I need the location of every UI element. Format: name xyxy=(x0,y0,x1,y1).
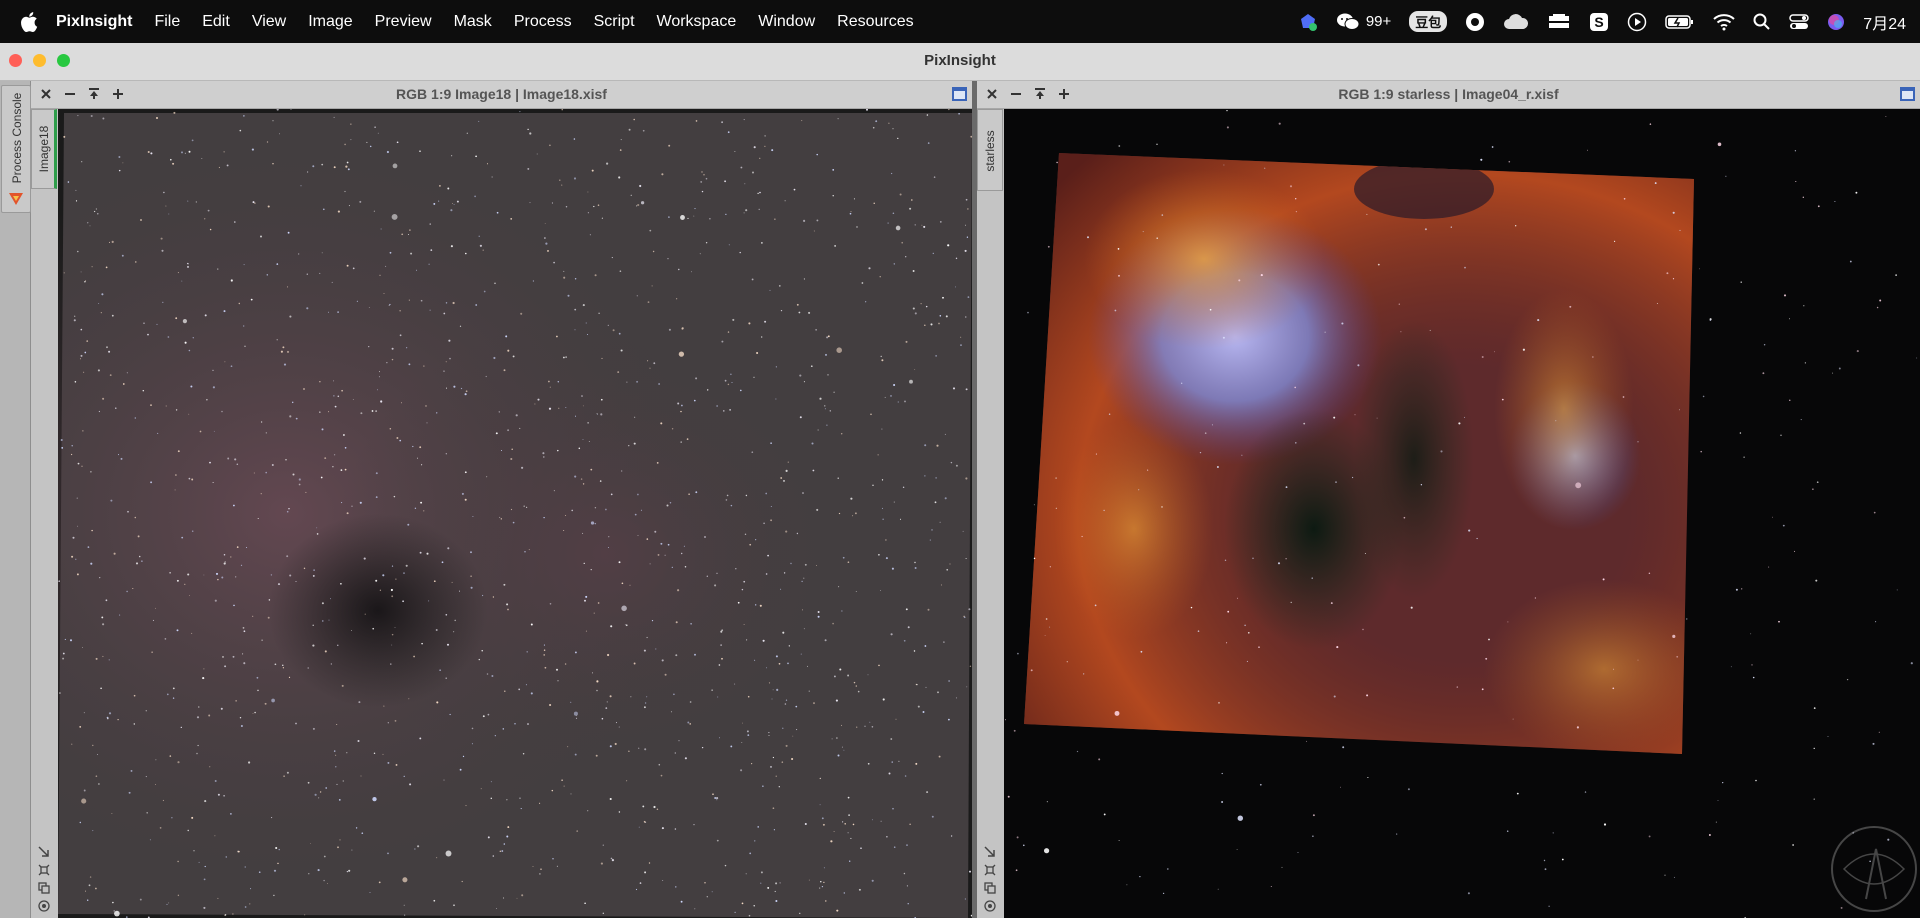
image-canvas-image18[interactable] xyxy=(58,109,972,918)
target-icon[interactable] xyxy=(38,900,50,912)
menu-resources[interactable]: Resources xyxy=(837,13,913,31)
image-window-starless: RGB 1:9 starless | Image04_r.xisf starle… xyxy=(977,81,1920,918)
window-maximize-icon[interactable] xyxy=(1900,87,1915,101)
view-tools xyxy=(977,846,1003,912)
cloud-icon[interactable] xyxy=(1503,13,1529,31)
wechat-count: 99+ xyxy=(1365,13,1392,30)
menu-preview[interactable]: Preview xyxy=(375,13,432,31)
fit-view-icon[interactable] xyxy=(38,846,50,858)
app-menu[interactable]: PixInsight xyxy=(56,13,132,31)
menu-workspace[interactable]: Workspace xyxy=(657,13,737,31)
view-tab-label: starless xyxy=(983,130,997,172)
clone-view-icon[interactable] xyxy=(38,882,50,894)
image-window-header: RGB 1:9 Image18 | Image18.xisf xyxy=(31,81,972,109)
menu-view[interactable]: View xyxy=(252,13,286,31)
drive-icon[interactable] xyxy=(1547,13,1571,31)
menu-mask[interactable]: Mask xyxy=(454,13,492,31)
zoom-fit-icon[interactable] xyxy=(38,864,50,876)
target-icon[interactable] xyxy=(984,900,996,912)
app-title-bar: PixInsight xyxy=(0,43,1920,81)
wechat-icon[interactable]: 99+ xyxy=(1336,12,1391,32)
apple-icon[interactable] xyxy=(20,11,38,32)
status-area: 99+ 豆包 S 7月24 xyxy=(1280,0,1920,43)
record-icon[interactable] xyxy=(1465,12,1485,32)
view-tab-label: Image18 xyxy=(37,125,51,173)
svg-text:S: S xyxy=(1595,14,1604,30)
clock-date[interactable]: 7月24 xyxy=(1863,10,1906,34)
menu-edit[interactable]: Edit xyxy=(202,13,230,31)
menu-image[interactable]: Image xyxy=(308,13,352,31)
process-console-tab[interactable]: Process Console xyxy=(1,85,31,213)
menu-window[interactable]: Window xyxy=(758,13,815,31)
menu-file[interactable]: File xyxy=(154,13,180,31)
zoom-fit-icon[interactable] xyxy=(984,864,996,876)
menu-process[interactable]: Process xyxy=(514,13,572,31)
image-window-title: RGB 1:9 Image18 | Image18.xisf xyxy=(396,86,607,102)
siri-icon[interactable] xyxy=(1827,13,1845,31)
menu-script[interactable]: Script xyxy=(594,13,635,31)
process-console-label: Process Console xyxy=(10,92,24,184)
image-canvas-starless[interactable] xyxy=(1004,109,1920,918)
image-window-header: RGB 1:9 starless | Image04_r.xisf xyxy=(977,81,1920,109)
doubao-pill[interactable]: 豆包 xyxy=(1409,11,1448,32)
play-icon[interactable] xyxy=(1627,12,1647,32)
wifi-icon[interactable] xyxy=(1713,13,1735,31)
clone-view-icon[interactable] xyxy=(984,882,996,894)
battery-icon[interactable] xyxy=(1665,14,1695,30)
menu-bar: PixInsight File Edit View Image Preview … xyxy=(0,0,1920,43)
process-console-icon xyxy=(9,193,23,205)
left-dock: Process Console xyxy=(0,81,31,918)
workspace: Process Console RGB 1:9 Image18 | Image1… xyxy=(0,81,1920,918)
app-status-icon[interactable] xyxy=(1298,12,1318,32)
search-icon[interactable] xyxy=(1753,13,1771,31)
fit-view-icon[interactable] xyxy=(984,846,996,858)
image-window-title: RGB 1:9 starless | Image04_r.xisf xyxy=(1338,86,1559,102)
window-title: PixInsight xyxy=(924,52,996,69)
window-maximize-icon[interactable] xyxy=(952,87,967,101)
view-tab-starless[interactable]: starless xyxy=(977,109,1003,191)
control-center-icon[interactable] xyxy=(1789,13,1810,31)
watermark-logo-icon xyxy=(1831,826,1917,912)
scrivener-icon[interactable]: S xyxy=(1589,12,1609,32)
view-tab-image18[interactable]: Image18 xyxy=(31,109,57,189)
image-window-image18: RGB 1:9 Image18 | Image18.xisf Image18 xyxy=(31,81,972,918)
view-tools xyxy=(31,846,57,912)
